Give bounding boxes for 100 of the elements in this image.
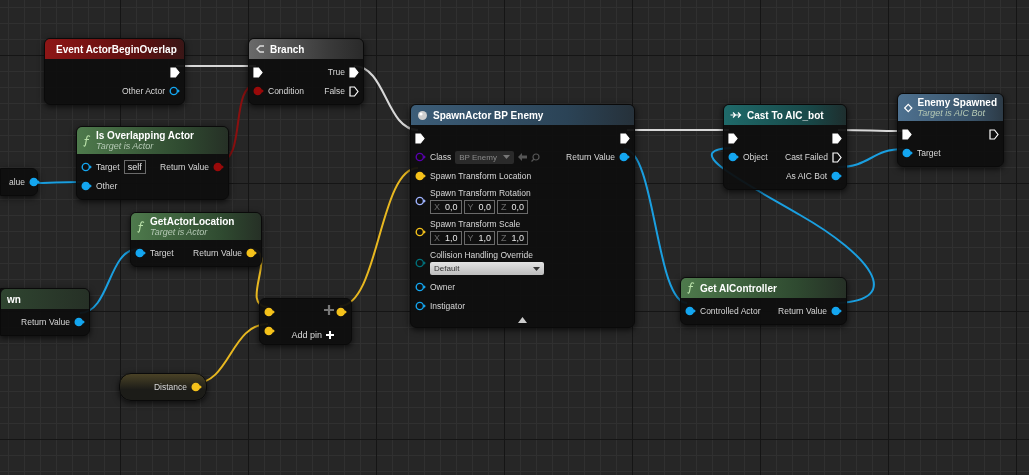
graph-node[interactable]: Enemy Spawned Target is AIC Bot Target xyxy=(897,93,1004,167)
pin-label: Return Value xyxy=(778,306,827,316)
node-title: Event ActorBeginOverlap xyxy=(56,43,177,55)
pin-label: Return Value xyxy=(566,152,615,162)
data-pin[interactable] xyxy=(169,86,180,96)
add-pin-button[interactable]: Add pin xyxy=(291,330,334,340)
data-pin[interactable] xyxy=(831,306,842,316)
number-field[interactable]: Z 1,0 xyxy=(497,231,529,245)
node-title: Branch xyxy=(270,43,306,55)
node-title: Enemy Spawned xyxy=(917,97,997,108)
exec-pin[interactable] xyxy=(170,66,180,78)
diamond-icon xyxy=(904,102,913,113)
exec-pin[interactable] xyxy=(620,132,630,144)
pin-label: Target xyxy=(150,248,174,258)
pin-label: Instigator xyxy=(430,301,465,311)
data-pin[interactable] xyxy=(81,162,92,172)
graph-node[interactable]: Event ActorBeginOverlap Other Actor xyxy=(44,38,185,105)
pin-label: Other xyxy=(96,181,118,191)
exec-pin[interactable] xyxy=(349,66,359,78)
pin-label: Return Value xyxy=(21,317,70,327)
function-icon xyxy=(687,282,695,294)
number-field[interactable]: X 0,0 xyxy=(430,200,462,214)
plus-icon xyxy=(326,331,334,339)
pin-label: Owner xyxy=(430,282,456,292)
pin-label: Target xyxy=(96,162,120,172)
sphere-icon xyxy=(417,109,428,121)
data-pin[interactable] xyxy=(415,282,426,292)
graph-node[interactable]: Branch Condition True False xyxy=(248,38,364,105)
arrow-left-icon[interactable] xyxy=(517,153,527,161)
graph-node[interactable]: wn Return Value xyxy=(0,288,90,336)
caret-icon xyxy=(502,155,510,159)
graph-canvas[interactable] xyxy=(0,0,1029,475)
node-title: GetActorLocation xyxy=(150,216,236,227)
pin-label: Condition xyxy=(268,86,304,96)
dropdown[interactable]: Default xyxy=(430,262,544,275)
pin-label: Object xyxy=(743,152,768,162)
graph-node[interactable] xyxy=(410,104,635,328)
data-pin[interactable] xyxy=(831,171,842,181)
node-subtitle: Target is Actor xyxy=(150,227,209,237)
data-pin[interactable] xyxy=(74,317,85,327)
data-pin[interactable] xyxy=(415,301,426,311)
function-icon xyxy=(137,220,145,233)
data-pin[interactable] xyxy=(415,196,426,206)
plus-icon xyxy=(324,305,334,315)
node-title: wn xyxy=(7,293,22,305)
number-field[interactable]: Y 0,0 xyxy=(463,200,496,214)
collapse-arrow-icon[interactable] xyxy=(518,317,527,323)
data-pin[interactable] xyxy=(135,248,146,258)
pin-label: alue xyxy=(9,177,26,187)
graph-node[interactable]: alue xyxy=(0,168,38,196)
node-title: Is Overlapping Actor xyxy=(96,130,195,141)
graph-node[interactable]: Get AIController Controlled Actor Return Value xyxy=(680,277,847,325)
pin-label: Spawn Transform Location xyxy=(430,171,532,181)
pin-label: Other Actor xyxy=(122,86,165,96)
data-pin[interactable] xyxy=(619,152,630,162)
graph-node[interactable]: Is Overlapping Actor Target is Actor Target self Other Return Value xyxy=(76,126,229,200)
data-pin[interactable] xyxy=(81,181,92,191)
exec-pin[interactable] xyxy=(902,128,912,140)
class-dropdown[interactable]: BP Enemy xyxy=(455,150,514,164)
pin-label: As AIC Bot xyxy=(785,171,827,181)
pin-label: Distance xyxy=(153,382,187,392)
exec-pin[interactable] xyxy=(349,85,359,97)
number-field[interactable]: X 1,0 xyxy=(430,231,462,245)
node-title: SpawnActor BP Enemy xyxy=(433,109,545,121)
cast-icon xyxy=(730,111,742,119)
exec-pin[interactable] xyxy=(989,128,999,140)
variable-node[interactable]: Distance xyxy=(119,373,207,401)
node-title: Get AIController xyxy=(700,282,778,294)
data-pin[interactable] xyxy=(728,152,739,162)
pin-label: Collision Handling Override xyxy=(430,250,534,260)
exec-pin[interactable] xyxy=(832,132,842,144)
exec-pin[interactable] xyxy=(415,132,425,144)
node-subtitle: Target is Actor xyxy=(96,141,154,151)
default-value-field[interactable]: self xyxy=(123,160,146,174)
pin-label: Return Value xyxy=(193,248,242,258)
pin-label: Class xyxy=(430,152,452,162)
exec-pin[interactable] xyxy=(832,151,842,163)
data-pin[interactable] xyxy=(902,148,913,158)
node-subtitle: Target is AIC Bot xyxy=(917,108,986,118)
number-field[interactable]: Y 1,0 xyxy=(463,231,496,245)
pin-label: Return Value xyxy=(160,162,209,172)
data-pin[interactable] xyxy=(685,306,696,316)
pin-label: False xyxy=(324,86,345,96)
search-icon[interactable] xyxy=(530,152,540,162)
pin-label: Spawn Transform Scale xyxy=(430,219,522,229)
branch-icon xyxy=(255,44,265,54)
graph-node[interactable]: GetActorLocation Target is Actor Target Return Value xyxy=(130,212,262,267)
number-field[interactable]: Z 0,0 xyxy=(497,200,529,214)
caret-icon xyxy=(533,266,540,271)
pin-label: True xyxy=(327,67,345,77)
pin-label: Cast Failed xyxy=(785,152,828,162)
add-node[interactable]: Add pin xyxy=(259,298,352,345)
graph-node[interactable]: Cast To AIC_bot Object Cast Failed As AIC Bot xyxy=(723,104,847,190)
exec-pin[interactable] xyxy=(253,66,263,78)
pin-label: Spawn Transform Rotation xyxy=(430,188,531,198)
function-icon xyxy=(83,134,91,147)
data-pin[interactable] xyxy=(29,177,41,187)
pin-label: Target xyxy=(917,148,941,158)
exec-pin[interactable] xyxy=(728,132,738,144)
node-title: Cast To AIC_bot xyxy=(747,109,825,121)
